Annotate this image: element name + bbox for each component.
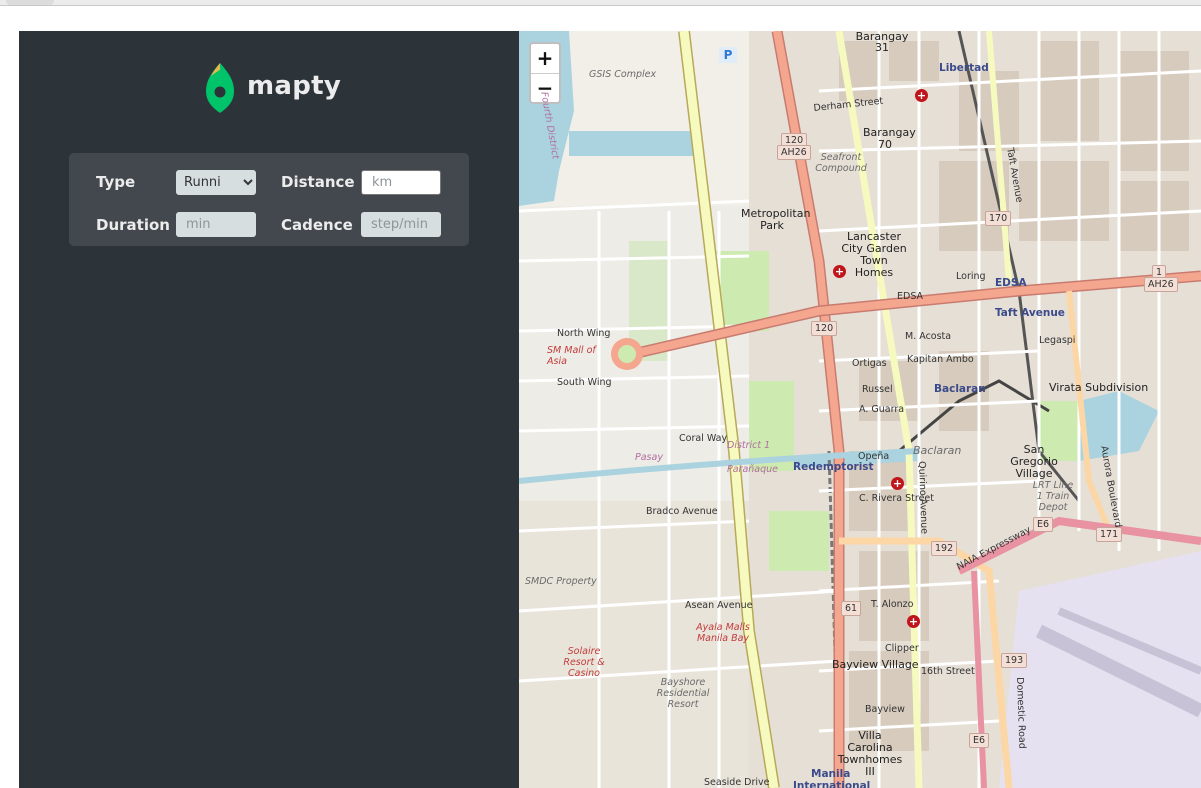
map-label-san-gregorio: San Gregorio Village [1010,443,1058,480]
map-label-seaside: Seaside Drive [704,777,770,788]
map-label-clipper: Clipper [885,643,919,654]
browser-tab-stub[interactable] [6,0,54,5]
map-label-t-alonzo: T. Alonzo [871,599,914,610]
map-label-seafront: Seafront Compound [815,152,867,174]
sidebar: mapty Type Runni Distance Duration Caden… [19,31,519,788]
shield-193: 193 [1001,653,1028,668]
cadence-row: Cadence [281,212,466,238]
map-label-bayview-road: Bayview [865,704,905,715]
duration-row: Duration [96,212,281,238]
map-label-russel: Russel [862,384,893,395]
shield-171: 171 [1096,527,1123,542]
map-label-edsa: EDSA [897,291,924,302]
map-label-m-acosta: M. Acosta [905,331,952,342]
shield-120-b: 120 [811,321,838,336]
cadence-label: Cadence [281,215,353,234]
map-label-baclaran-station: Baclaran [934,383,986,395]
cadence-input[interactable] [361,212,441,237]
map-label-sm-mall: SM Mall of Asia [547,345,596,367]
map[interactable]: + − Libertad EDSA Taft Avenue Baclaran R… [519,31,1201,788]
map-label-pasay: Pasay [635,452,663,463]
distance-input[interactable] [361,169,441,195]
zoom-in-button[interactable]: + [531,44,559,73]
map-label-c-rivera: C. Rivera Street [859,493,934,504]
shield-61: 61 [841,601,862,616]
map-label-a-guarra: A. Guarra [859,404,905,415]
app-container: mapty Type Runni Distance Duration Caden… [19,31,1201,788]
shield-e6-b: E6 [969,733,990,748]
distance-label: Distance [281,173,355,191]
hospital-icon: + [915,89,928,102]
shield-ah26-a: AH26 [777,145,811,160]
map-label-ayala-malls: Ayala Malls Manila Bay [696,622,750,644]
map-label-barangay31: Barangay 31 [855,31,909,54]
type-select[interactable]: Runni [176,169,256,195]
shield-ah26-b: AH26 [1144,277,1178,292]
map-label-redemptorist: Redemptorist [793,461,874,473]
map-label-metropolitan-park: Metropolitan Park [741,207,811,232]
hospital-icon: + [907,615,920,628]
workout-form: Type Runni Distance Duration Cadence [69,153,469,246]
map-label-edsa-station: EDSA [995,277,1027,289]
map-label-international: International [793,780,871,788]
map-label-legaspi: Legaspi [1039,335,1076,346]
map-label-smdc: SMDC Property [525,576,597,587]
app-name: mapty [247,71,342,101]
map-label-coral-way: Coral Way [679,433,728,444]
map-label-libertad: Libertad [939,62,989,74]
type-row: Type Runni [96,169,281,195]
logo: mapty [205,61,341,115]
map-label-bayshore: Bayshore Residential Resort [656,677,710,710]
map-label-opena: Opeña [858,451,890,462]
map-label-baclaran-area: Baclaran [913,444,962,457]
duration-input[interactable] [176,212,256,237]
map-label-paranaque: Parañaque [727,464,779,475]
parking-icon: P [719,47,737,63]
hospital-icon: + [833,265,846,278]
shield-170: 170 [985,211,1012,226]
hospital-icon: + [891,477,904,490]
map-label-gsis: GSIS Complex [589,69,657,80]
type-label: Type [96,173,136,191]
map-label-barangay70: Barangay 70 [863,126,916,151]
shield-192: 192 [931,541,958,556]
map-label-asean: Asean Avenue [685,600,753,611]
map-label-loring: Loring [956,271,986,282]
map-label-lancaster: Lancaster City Garden Town Homes [841,230,907,279]
browser-strip [0,0,1201,6]
map-label-north-wing: North Wing [557,328,611,339]
map-label-district1: District 1 [727,440,771,451]
distance-row: Distance [281,169,466,195]
map-label-taft-avenue-station: Taft Avenue [995,307,1065,319]
map-label-bayview-village: Bayview Village [832,658,919,671]
map-label-16th-street: 16th Street [921,666,975,677]
map-label-virata: Virata Subdivision [1049,381,1149,394]
shield-e6-a: E6 [1033,517,1054,532]
map-pin-icon [206,63,234,113]
map-label-lrt-depot: LRT Line 1 Train Depot [1032,480,1074,513]
duration-label: Duration [96,215,170,234]
map-label-villa-carolina: Villa Carolina Townhomes III [837,729,903,778]
map-label-ortigas: Ortigas [852,358,887,369]
map-label-bradco: Bradco Avenue [646,506,718,517]
map-label-south-wing: South Wing [557,377,612,388]
map-label-kapitan-ambo: Kapitan Ambo [907,354,974,365]
map-label-solaire: Solaire Resort & Casino [563,646,605,679]
